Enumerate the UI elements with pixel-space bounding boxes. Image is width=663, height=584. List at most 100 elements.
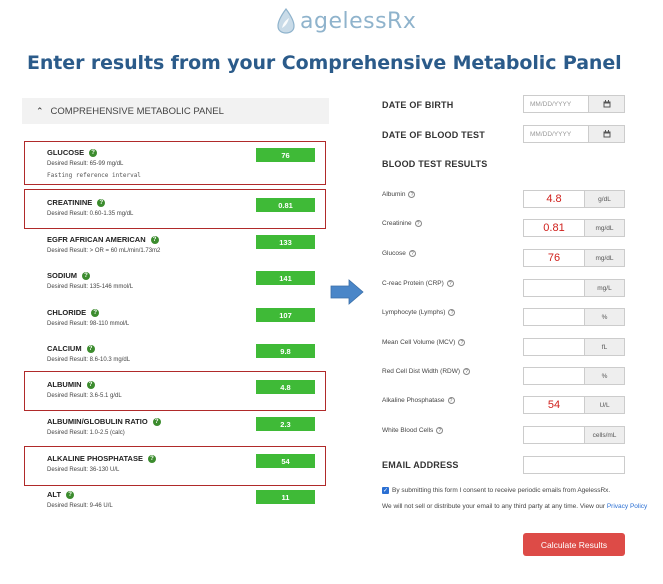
row-name: eGFR AFRICAN AMERICAN — [47, 235, 146, 244]
test-label-mcv: Mean Cell Volume (MCV)? — [382, 339, 466, 346]
calendar-icon[interactable] — [588, 126, 624, 142]
test-unit: g/dL — [584, 191, 624, 207]
row-value: 76 — [256, 148, 315, 162]
test-label-glucose: Glucose? — [382, 250, 416, 257]
email-input[interactable] — [523, 456, 625, 474]
test-input-rdw[interactable]: % — [523, 367, 625, 385]
test-value — [524, 427, 584, 443]
test-unit: % — [584, 309, 624, 325]
panel-header[interactable]: ⌃ COMPREHENSIVE METABOLIC PANEL — [22, 98, 329, 124]
results-heading: BLOOD TEST RESULTS — [382, 159, 488, 169]
email-label: EMAIL ADDRESS — [382, 460, 459, 470]
test-label-text: Alkaline Phosphatase — [382, 397, 445, 404]
test-unit: mg/dL — [584, 250, 624, 266]
test-value: 54 — [547, 399, 561, 411]
test-value: 4.8 — [546, 193, 562, 205]
blood-test-date-input[interactable]: MM/DD/YYYY — [523, 125, 625, 143]
row-name: GLUCOSE — [47, 148, 85, 157]
help-icon[interactable]: ? — [82, 272, 90, 280]
test-value: 0.81 — [543, 222, 565, 234]
privacy-policy-link[interactable]: Privacy Policy — [607, 503, 647, 510]
help-icon[interactable]: ? — [414, 220, 422, 227]
test-unit: fL — [584, 339, 624, 355]
calculate-results-button[interactable]: Calculate Results — [523, 533, 625, 556]
test-label-text: Red Cell Dist Width (RDW) — [382, 368, 461, 375]
row-value: 2.3 — [256, 417, 315, 431]
test-label-lymphs: Lymphocyte (Lymphs)? — [382, 309, 456, 316]
test-label-rdw: Red Cell Dist Width (RDW)? — [382, 368, 471, 375]
help-icon[interactable]: ? — [152, 418, 161, 426]
test-value: 76 — [547, 252, 561, 264]
agelessrx-logo: agelessRx — [276, 6, 416, 36]
consent-checkbox[interactable]: ✓ — [382, 487, 389, 494]
test-label-albumin: Albumin? — [382, 191, 416, 198]
date-placeholder: MM/DD/YYYY — [530, 100, 572, 108]
row-note: Fasting reference interval — [47, 172, 141, 179]
test-unit: U/L — [584, 397, 624, 413]
page-heading: Enter results from your Comprehensive Me… — [27, 52, 622, 74]
test-unit: % — [584, 368, 624, 384]
help-icon[interactable]: ? — [448, 309, 456, 316]
logo-text: agelessRx — [300, 8, 417, 34]
test-value — [524, 280, 584, 296]
help-icon[interactable]: ? — [436, 427, 444, 434]
test-input-mcv[interactable]: fL — [523, 338, 625, 356]
help-icon[interactable]: ? — [150, 236, 159, 244]
row-name: CALCIUM — [47, 344, 82, 353]
help-icon[interactable]: ? — [66, 491, 75, 499]
row-value: 0.81 — [256, 198, 315, 212]
row-name: ALKALINE PHOSPHATASE — [47, 454, 143, 463]
row-value: 133 — [256, 235, 315, 249]
row-name: CREATININE — [47, 198, 93, 207]
test-label-text: Albumin — [382, 191, 406, 198]
test-label-creatinine: Creatinine? — [382, 220, 422, 227]
help-icon[interactable]: ? — [86, 381, 95, 389]
help-icon[interactable]: ? — [89, 149, 98, 157]
test-label-text: Mean Cell Volume (MCV) — [382, 339, 456, 346]
drop-leaf-icon — [277, 8, 295, 34]
test-label-crp: C-reac Protein (CRP)? — [382, 280, 454, 287]
row-value: 11 — [256, 490, 315, 504]
test-value — [524, 339, 584, 355]
privacy-note: We will not sell or distribute your emai… — [382, 502, 652, 512]
test-label-text: Glucose — [382, 250, 406, 257]
help-icon[interactable]: ? — [458, 339, 466, 346]
help-icon[interactable]: ? — [91, 309, 100, 317]
test-label-text: White Blood Cells — [382, 427, 434, 434]
calendar-icon[interactable] — [588, 96, 624, 112]
test-value — [524, 368, 584, 384]
row-name: ALBUMIN/GLOBULIN RATIO — [47, 417, 148, 426]
help-icon[interactable]: ? — [463, 368, 471, 375]
help-icon[interactable]: ? — [408, 250, 416, 257]
help-icon[interactable]: ? — [446, 280, 454, 287]
dob-input[interactable]: MM/DD/YYYY — [523, 95, 625, 113]
help-icon[interactable]: ? — [86, 345, 95, 353]
test-input-wbc[interactable]: cells/mL — [523, 426, 625, 444]
test-input-alkaline-phosphatase[interactable]: 54 U/L — [523, 396, 625, 414]
help-icon[interactable]: ? — [447, 397, 455, 404]
consent-text: By submitting this form I consent to rec… — [392, 487, 611, 494]
row-value: 4.8 — [256, 380, 315, 394]
test-input-lymphs[interactable]: % — [523, 308, 625, 326]
test-input-albumin[interactable]: 4.8 g/dL — [523, 190, 625, 208]
row-name: CHLORIDE — [47, 308, 87, 317]
help-icon[interactable]: ? — [147, 455, 156, 463]
row-name: ALT — [47, 490, 62, 499]
row-name: ALBUMIN — [47, 380, 82, 389]
row-value: 141 — [256, 271, 315, 285]
test-input-glucose[interactable]: 76 mg/dL — [523, 249, 625, 267]
consent-row: ✓ By submitting this form I consent to r… — [382, 487, 652, 494]
chevron-up-icon: ⌃ — [36, 105, 44, 116]
test-label-text: Lymphocyte (Lymphs) — [382, 309, 446, 316]
help-icon[interactable]: ? — [408, 191, 416, 198]
test-label-alkaline-phosphatase: Alkaline Phosphatase? — [382, 397, 455, 404]
test-unit: cells/mL — [584, 427, 624, 443]
test-input-crp[interactable]: mg/L — [523, 279, 625, 297]
test-label-text: C-reac Protein (CRP) — [382, 280, 444, 287]
dob-label: DATE OF BIRTH — [382, 100, 454, 110]
row-value: 54 — [256, 454, 315, 468]
privacy-text: We will not sell or distribute your emai… — [382, 503, 606, 510]
date-placeholder: MM/DD/YYYY — [530, 130, 572, 138]
help-icon[interactable]: ? — [97, 199, 106, 207]
test-input-creatinine[interactable]: 0.81 mg/dL — [523, 219, 625, 237]
